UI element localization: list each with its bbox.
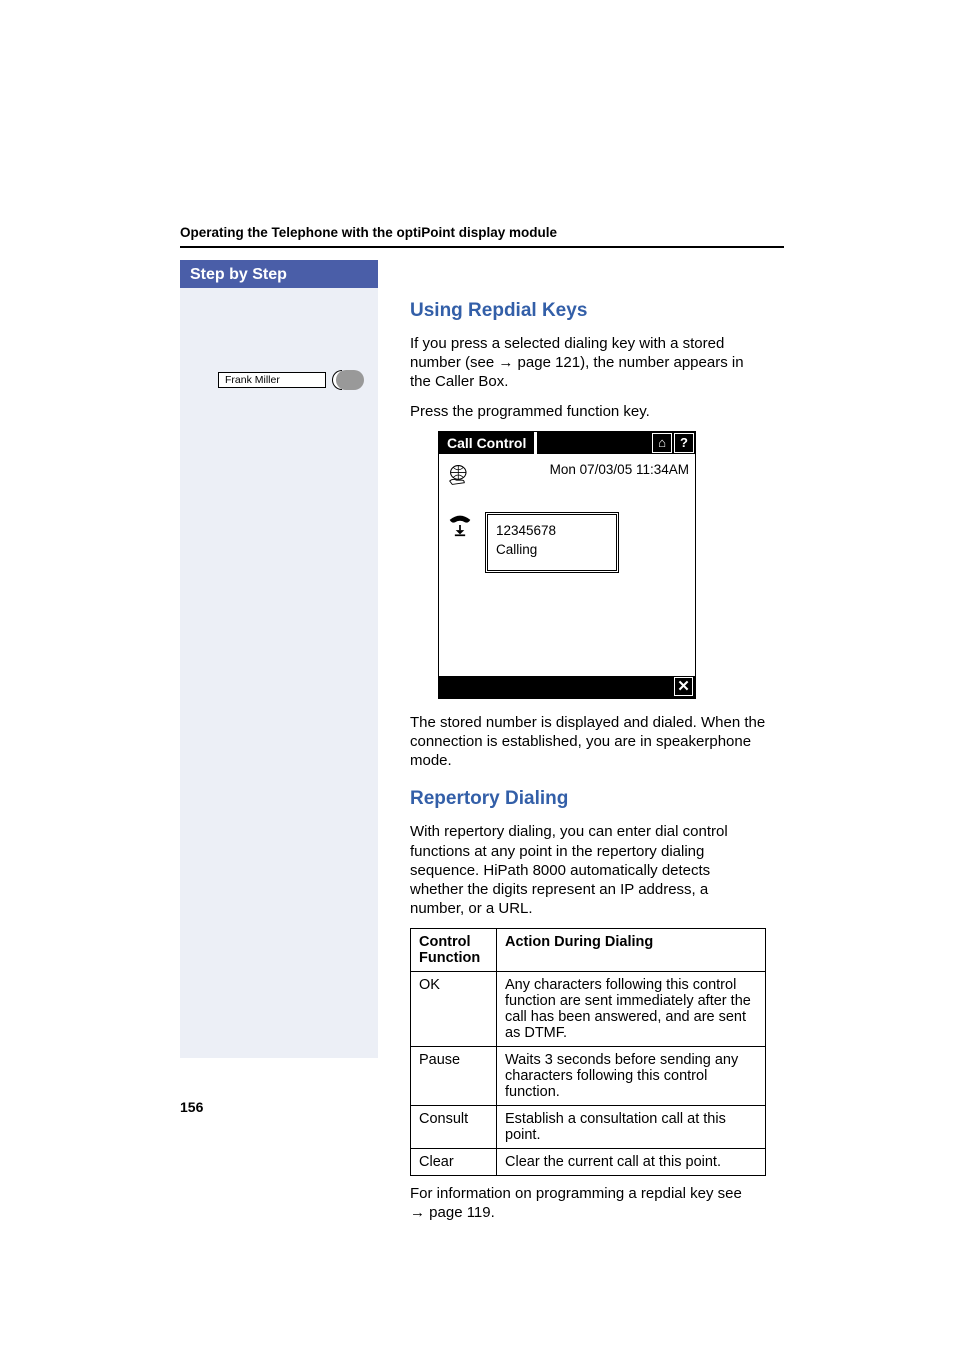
table-cell: Clear (411, 1149, 497, 1176)
table-cell: Consult (411, 1106, 497, 1149)
globe-hand-icon (445, 462, 475, 488)
table-header-row: Control Function Action During Dialing (411, 929, 766, 972)
paragraph: Press the programmed function key. (410, 402, 766, 421)
close-icon[interactable]: ✕ (674, 677, 693, 696)
phone-display-footer: ✕ (439, 676, 695, 698)
function-key-button-icon (336, 370, 364, 390)
phone-display-title: Call Control (439, 432, 537, 454)
phone-datetime: Mon 07/03/05 11:34AM (550, 462, 689, 477)
table-cell: OK (411, 972, 497, 1047)
call-box: 12345678 Calling (485, 512, 619, 573)
text: page 119. (425, 1204, 495, 1221)
table-cell: Pause (411, 1047, 497, 1106)
control-function-table: Control Function Action During Dialing O… (410, 928, 766, 1176)
heading-using-repdial-keys: Using Repdial Keys (410, 300, 766, 322)
home-icon[interactable]: ⌂ (652, 433, 672, 453)
table-row: Pause Waits 3 seconds before sending any… (411, 1047, 766, 1106)
text: For information on programming a repdial… (410, 1185, 742, 1202)
table-cell: Any characters following this control fu… (497, 972, 766, 1047)
table-cell: Clear the current call at this point. (497, 1149, 766, 1176)
table-row: OK Any characters following this control… (411, 972, 766, 1047)
sidebar-body (180, 288, 378, 1058)
function-key-chip: Frank Miller (180, 370, 378, 390)
sidebar-title: Step by Step (180, 260, 378, 290)
table-cell: Waits 3 seconds before sending any chara… (497, 1047, 766, 1106)
table-header: Action During Dialing (497, 929, 766, 972)
paragraph: With repertory dialing, you can enter di… (410, 822, 766, 918)
arrow-icon: → (498, 354, 513, 371)
paragraph: The stored number is displayed and diale… (410, 713, 766, 771)
paragraph: For information on programming a repdial… (410, 1184, 766, 1222)
table-row: Clear Clear the current call at this poi… (411, 1149, 766, 1176)
page-number: 156 (180, 1099, 203, 1115)
help-icon[interactable]: ? (674, 433, 694, 453)
phone-display: Call Control ⌂ ? Mon 07/03/05 11:34AM (438, 431, 696, 699)
table-row: Consult Establish a consultation call at… (411, 1106, 766, 1149)
phone-display-body: Mon 07/03/05 11:34AM 12345678 Calling (439, 454, 695, 676)
running-header: Operating the Telephone with the optiPoi… (180, 225, 784, 248)
dialed-number: 12345678 (496, 521, 608, 541)
handset-down-arrow-icon (445, 512, 475, 538)
heading-repertory-dialing: Repertory Dialing (410, 788, 766, 810)
call-status: Calling (496, 540, 608, 560)
arrow-icon: → (410, 1204, 425, 1221)
phone-display-header: Call Control ⌂ ? (439, 432, 695, 454)
function-key-label: Frank Miller (218, 372, 326, 388)
paragraph: If you press a selected dialing key with… (410, 334, 766, 392)
table-cell: Establish a consultation call at this po… (497, 1106, 766, 1149)
table-header: Control Function (411, 929, 497, 972)
